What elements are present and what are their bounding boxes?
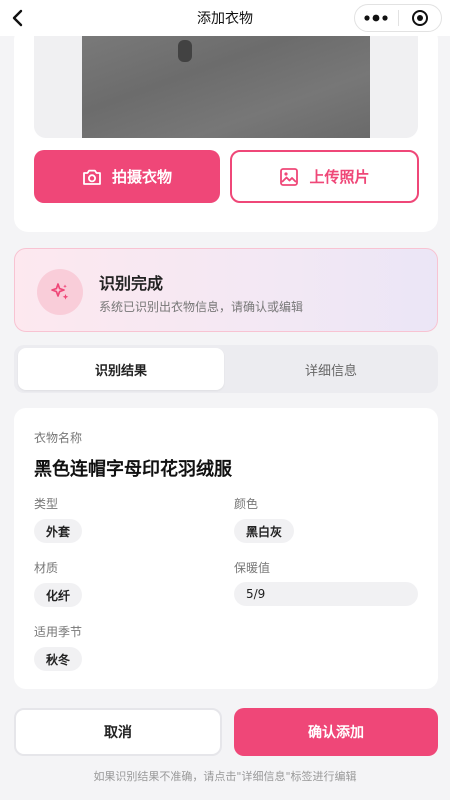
color-label: 颜色 xyxy=(234,497,259,511)
take-photo-label: 拍摄衣物 xyxy=(111,168,172,186)
status-icon-badge xyxy=(37,269,83,315)
camera-icon xyxy=(83,169,101,185)
nav-header: 添加衣物 xyxy=(0,0,450,36)
season-chip: 秋冬 xyxy=(34,647,83,671)
material-label: 材质 xyxy=(34,561,59,575)
close-mini-program-button[interactable] xyxy=(399,5,442,31)
tab-recognition-result[interactable]: 识别结果 xyxy=(18,348,224,390)
name-label: 衣物名称 xyxy=(34,431,83,445)
material-chip: 化纤 xyxy=(34,583,83,607)
status-title: 识别完成 xyxy=(99,274,164,293)
season-label: 适用季节 xyxy=(34,625,83,639)
mini-program-capsule xyxy=(354,4,442,32)
clothing-photo xyxy=(82,26,370,138)
warmth-label: 保暖值 xyxy=(234,561,271,575)
more-button[interactable] xyxy=(355,5,398,31)
clothing-name-value: 黑色连帽字母印花羽绒服 xyxy=(34,459,232,480)
image-icon xyxy=(280,167,299,186)
recognition-detail-card: 衣物名称 黑色连帽字母印花羽绒服 类型 外套 颜色 黑白灰 材质 化纤 保暖值 … xyxy=(14,408,438,689)
photo-detail xyxy=(178,40,192,62)
add-clothing-page: 拍摄衣物 上传照片 添加衣物 识别完成 系统已识别出衣物信息，请确认或编辑 识别… xyxy=(0,0,450,800)
back-button[interactable] xyxy=(6,6,30,30)
target-close-icon xyxy=(411,10,428,26)
type-label: 类型 xyxy=(34,497,59,511)
upload-photo-label: 上传照片 xyxy=(309,168,370,186)
color-chip: 黑白灰 xyxy=(234,519,295,543)
confirm-add-button[interactable]: 确认添加 xyxy=(234,708,438,756)
status-subtitle: 系统已识别出衣物信息，请确认或编辑 xyxy=(99,300,304,314)
photo-card: 拍摄衣物 上传照片 xyxy=(14,26,438,232)
cancel-button[interactable]: 取消 xyxy=(14,708,222,756)
take-photo-button[interactable]: 拍摄衣物 xyxy=(34,150,220,203)
photo-preview-area xyxy=(34,26,418,138)
page-title: 添加衣物 xyxy=(197,11,253,27)
edit-tip-text: 如果识别结果不准确，请点击"详细信息"标签进行编辑 xyxy=(93,770,357,783)
recognition-status-banner: 识别完成 系统已识别出衣物信息，请确认或编辑 xyxy=(14,248,438,332)
chevron-left-icon xyxy=(12,9,23,27)
warmth-value-bar: 5/9 xyxy=(234,582,418,606)
result-tabs: 识别结果 详细信息 xyxy=(14,345,438,393)
upload-photo-button[interactable]: 上传照片 xyxy=(230,150,419,203)
more-dots-icon xyxy=(364,14,388,22)
sparkle-icon xyxy=(51,283,69,300)
type-chip: 外套 xyxy=(34,519,83,543)
tab-detail-info[interactable]: 详细信息 xyxy=(228,348,434,390)
